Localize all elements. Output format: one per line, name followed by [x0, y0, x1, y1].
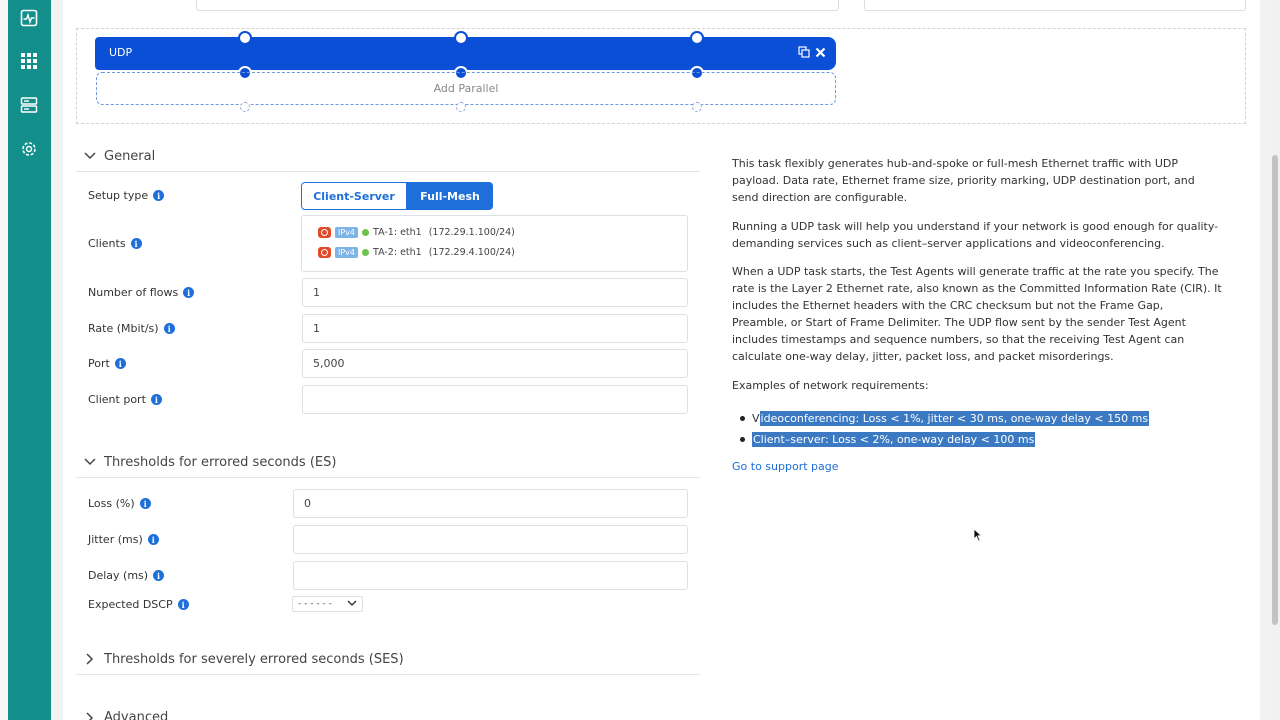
- connector-node[interactable]: [238, 31, 252, 45]
- clients-selector[interactable]: IPv4 TA-1: eth1 (172.29.1.100/24) IPv4 T…: [301, 215, 688, 272]
- list-item: Videoconferencing: Loss < 1%, jitter < 3…: [740, 408, 1150, 429]
- client-port-input[interactable]: [302, 385, 688, 414]
- ses-section-header[interactable]: Thresholds for severely errored seconds …: [76, 644, 700, 675]
- jitter-input[interactable]: [293, 525, 688, 554]
- info-icon[interactable]: i: [130, 238, 142, 249]
- chevron-right-icon: [76, 711, 104, 720]
- dscp-value: - - - - - -: [298, 599, 332, 609]
- copy-icon[interactable]: [798, 46, 810, 61]
- mouse-cursor-icon: [973, 528, 983, 545]
- info-icon[interactable]: i: [139, 498, 151, 509]
- client-name: TA-1: eth1: [373, 227, 422, 238]
- examples-title: Examples of network requirements:: [732, 379, 929, 392]
- port-input[interactable]: 5,000: [302, 349, 688, 378]
- status-online-icon: [362, 229, 370, 236]
- sidebar: [0, 0, 51, 720]
- help-paragraph: This task flexibly generates hub-and-spo…: [732, 157, 1195, 204]
- dscp-label: Expected DSCP i: [88, 598, 189, 611]
- client-name: TA-2: eth1: [373, 247, 422, 258]
- client-item[interactable]: IPv4 TA-1: eth1 (172.29.1.100/24): [318, 227, 515, 238]
- status-online-icon: [362, 249, 370, 256]
- close-icon[interactable]: [815, 47, 826, 61]
- examples-list: Videoconferencing: Loss < 1%, jitter < 3…: [740, 408, 1150, 450]
- chevron-down-icon: [76, 458, 104, 466]
- loss-input[interactable]: 0: [293, 489, 688, 518]
- rate-label: Rate (Mbit/s) i: [88, 322, 175, 335]
- chevron-down-icon: [347, 599, 357, 609]
- help-paragraph: Running a UDP task will help you underst…: [732, 220, 1219, 250]
- info-icon[interactable]: i: [183, 287, 195, 298]
- setup-type-toggle: Client-Server Full-Mesh: [301, 182, 493, 210]
- client-ip: (172.29.1.100/24): [428, 227, 515, 238]
- section-title: Thresholds for errored seconds (ES): [104, 454, 337, 470]
- es-section-header[interactable]: Thresholds for errored seconds (ES): [76, 447, 700, 478]
- loss-label: Loss (%) i: [88, 497, 151, 510]
- info-icon[interactable]: i: [114, 358, 126, 369]
- info-icon[interactable]: i: [163, 323, 175, 334]
- example-first-letter: V: [752, 412, 760, 425]
- rate-input[interactable]: 1: [302, 314, 688, 343]
- section-title: Advanced: [104, 710, 169, 720]
- section-title: General: [104, 148, 156, 164]
- apps-grid-icon[interactable]: [18, 50, 40, 72]
- server-icon[interactable]: [18, 94, 40, 116]
- client-ip: (172.29.4.100/24): [428, 247, 515, 258]
- ubuntu-icon: [318, 247, 331, 258]
- info-icon[interactable]: i: [153, 190, 165, 201]
- task-label: UDP: [109, 46, 133, 59]
- support-link[interactable]: Go to support page: [732, 460, 839, 473]
- scrollbar[interactable]: [1269, 0, 1280, 720]
- connector-node[interactable]: [690, 31, 704, 45]
- chevron-down-icon: [76, 152, 104, 160]
- example-text-selected: Client–server: Loss < 2%, one-way delay …: [752, 432, 1036, 447]
- info-icon[interactable]: i: [147, 534, 159, 545]
- advanced-section-header[interactable]: Advanced: [76, 702, 700, 720]
- help-paragraph: When a UDP task starts, the Test Agents …: [732, 265, 1222, 363]
- example-text-selected: ideoconferencing: Loss < 1%, jitter < 30…: [759, 411, 1150, 426]
- info-icon[interactable]: i: [153, 570, 165, 581]
- bullet: [740, 437, 745, 442]
- connector-node[interactable]: [240, 102, 250, 112]
- info-icon[interactable]: i: [177, 599, 189, 610]
- chevron-right-icon: [76, 653, 104, 665]
- list-item: Client–server: Loss < 2%, one-way delay …: [740, 429, 1149, 450]
- connector-node[interactable]: [692, 102, 702, 112]
- client-server-option[interactable]: Client-Server: [301, 182, 407, 210]
- jitter-label: Jitter (ms) i: [88, 533, 159, 546]
- flows-input[interactable]: 1: [302, 278, 688, 307]
- add-parallel-button[interactable]: Add Parallel: [96, 72, 836, 105]
- client-port-label: Client port i: [88, 393, 162, 406]
- info-icon[interactable]: i: [150, 394, 162, 405]
- monitoring-icon[interactable]: [18, 7, 40, 29]
- setup-type-label: Setup type i: [88, 189, 165, 202]
- delay-input[interactable]: [293, 561, 688, 590]
- client-item[interactable]: IPv4 TA-2: eth1 (172.29.4.100/24): [318, 247, 515, 258]
- scrollbar-thumb[interactable]: [1272, 155, 1278, 625]
- bullet: [740, 416, 745, 421]
- connector-node[interactable]: [456, 102, 466, 112]
- top-field[interactable]: [196, 0, 839, 11]
- general-section-header[interactable]: General: [76, 141, 700, 172]
- ipv4-badge: IPv4: [335, 227, 359, 238]
- ipv4-badge: IPv4: [335, 247, 359, 258]
- clients-label: Clients i: [88, 237, 142, 250]
- section-title: Thresholds for severely errored seconds …: [104, 651, 404, 667]
- connector-node[interactable]: [454, 31, 468, 45]
- top-field-right[interactable]: [864, 0, 1246, 11]
- settings-gear-icon[interactable]: [18, 138, 40, 160]
- dscp-select[interactable]: - - - - - -: [292, 596, 363, 612]
- ubuntu-icon: [318, 227, 331, 238]
- port-label: Port i: [88, 357, 126, 370]
- delay-label: Delay (ms) i: [88, 569, 165, 582]
- full-mesh-option[interactable]: Full-Mesh: [407, 182, 493, 210]
- flows-label: Number of flows i: [88, 286, 195, 299]
